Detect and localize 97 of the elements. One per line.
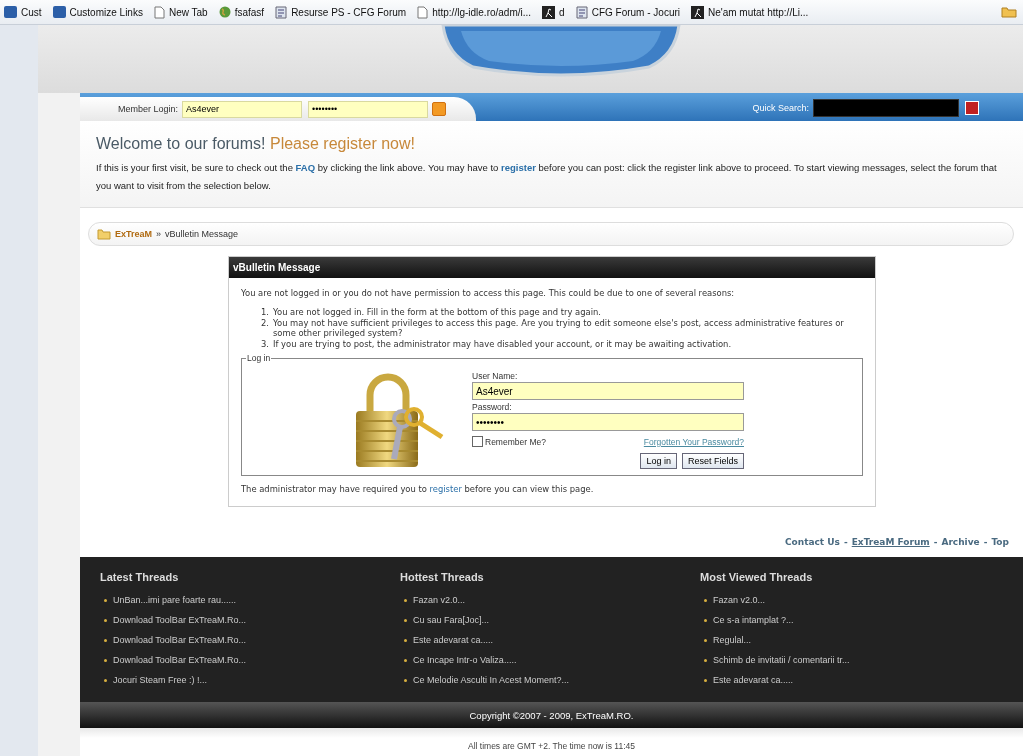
message-title: vBulletin Message <box>229 257 875 278</box>
thread-link[interactable]: Download ToolBar ExTreaM.Ro... <box>113 655 247 665</box>
thread-link[interactable]: Fazan v2.0... <box>413 595 466 605</box>
column-heading: Hottest Threads <box>400 571 485 583</box>
quick-search-label: Quick Search: <box>752 103 809 113</box>
reason-text: You may not have sufficient privileges to access this page. Are you trying to edit someone else's post, access administrative features or some other privileged system? <box>273 317 845 339</box>
form-button[interactable]: Log in <box>640 453 677 469</box>
link-separator: - <box>983 537 988 547</box>
logo-shield-drawing[interactable] <box>440 25 681 77</box>
username-field[interactable]: As4ever <box>472 382 744 400</box>
column-heading: Most Viewed Threads <box>700 571 814 583</box>
welcome-link[interactable]: FAQ <box>295 162 316 173</box>
remember-label: Remember Me? <box>485 436 546 447</box>
bullet-icon <box>704 658 707 662</box>
thread-link[interactable]: Ce Melodie Asculti In Acest Moment?... <box>413 675 570 685</box>
list-number: 3. <box>261 338 270 349</box>
member-login-label: Member Login: <box>118 104 179 114</box>
page-icon <box>417 5 429 19</box>
column-heading: Latest Threads <box>100 571 180 583</box>
time-note: All times are GMT +2. The time now is 11:45 <box>80 728 1023 751</box>
link-separator: - <box>843 537 848 547</box>
thread-link[interactable]: Este adevarat ca..... <box>413 635 494 645</box>
register-link[interactable]: register <box>429 484 462 494</box>
message-intro: You are not logged in or you do not have permission to access this page. This could be due to one of several reasons: <box>241 288 736 298</box>
username-input[interactable]: As4ever <box>182 100 303 118</box>
bullet-icon <box>704 638 707 642</box>
login-go-button[interactable] <box>432 102 447 116</box>
bullet-icon <box>704 618 707 622</box>
password-field[interactable]: •••••••• <box>472 413 744 431</box>
footer-link[interactable]: Contact Us <box>784 537 840 547</box>
bullet-icon <box>404 618 407 622</box>
password-label: Password: <box>472 402 513 412</box>
breadcrumb-link[interactable]: ExTreaM <box>115 229 153 239</box>
thread-link[interactable]: Download ToolBar ExTreaM.Ro... <box>113 635 247 645</box>
bullet-icon <box>104 618 107 622</box>
welcome-heading: Welcome to our forums! Please register now! <box>96 135 416 153</box>
m-logo-icon <box>52 6 66 18</box>
link-separator: - <box>933 537 938 547</box>
breadcrumb-separator: » <box>156 229 162 239</box>
bookmark-link[interactable]: New Tab <box>153 5 208 19</box>
thread-link[interactable]: Fazan v2.0... <box>713 595 766 605</box>
folder-icon <box>97 228 111 240</box>
bullet-icon <box>704 678 707 682</box>
thread-link[interactable]: Regulal... <box>713 635 752 645</box>
form-button[interactable]: Reset Fields <box>681 453 744 469</box>
thread-link[interactable]: Cu sau Fara[Joc]... <box>413 615 490 625</box>
runner-icon <box>691 5 704 19</box>
bullet-icon <box>404 598 407 602</box>
bullet-icon <box>104 638 107 642</box>
bullet-icon <box>404 678 407 682</box>
footer-link[interactable]: Archive <box>941 537 980 547</box>
list-number: 2. <box>261 317 270 330</box>
bullet-icon <box>404 658 407 662</box>
bookmark-link[interactable]: CFG Forum - Jocuri <box>575 5 680 19</box>
bullet-icon <box>704 598 707 602</box>
footer-link[interactable]: Top <box>991 537 1009 547</box>
document-icon <box>275 5 288 19</box>
reason-text: You are not logged in. Fill in the form at the bottom of this page and try again. <box>273 307 601 318</box>
m-logo-icon <box>4 6 17 18</box>
bookmark-link[interactable]: http://lg-idle.ro/adm/i... <box>417 5 532 19</box>
bookmark-link[interactable]: fsafasf <box>218 6 265 18</box>
bullet-icon <box>104 678 107 682</box>
reason-text: If you are trying to post, the administrator may have disabled your account, or it may be awaiting activation. <box>273 338 732 349</box>
list-number: 1. <box>261 307 270 318</box>
folder-icon[interactable] <box>1001 6 1017 18</box>
search-go-button[interactable] <box>965 101 979 115</box>
welcome-text: If this is your first visit, be sure to check out the FAQ by clicking the link above. You may have to register before you can post: click the register link above to proceed. To start viewing messages, select the forum that you want to visit from the selection below. <box>96 161 998 193</box>
breadcrumb-current: vBulletin Message <box>165 229 239 239</box>
thread-link[interactable]: UnBan...imi pare foarte rau...... <box>113 595 237 605</box>
bookmark-link[interactable]: Ne'am mutat http://Li... <box>691 5 809 19</box>
bullet-icon <box>404 638 407 642</box>
register-note: The administrator may have required you to register before you can view this page. <box>241 484 595 494</box>
forgot-password-link[interactable]: Forgotten Your Password? <box>643 436 744 447</box>
username-label: User Name: <box>472 371 519 381</box>
thread-link[interactable]: Jocuri Steam Free :) !... <box>113 675 208 685</box>
page-icon <box>153 5 165 19</box>
document-icon <box>575 5 588 19</box>
thread-link[interactable]: Este adevarat ca..... <box>713 675 794 685</box>
footer-link[interactable]: ExTreaM Forum <box>851 537 930 547</box>
thread-link[interactable]: Download ToolBar ExTreaM.Ro... <box>113 615 247 625</box>
thread-link[interactable]: Schimb de invitatii / comentarii tr... <box>713 655 850 665</box>
runner-icon <box>542 5 556 19</box>
welcome-link[interactable]: register <box>501 162 536 173</box>
bookmark-link[interactable]: d <box>542 5 565 19</box>
globe-icon <box>218 6 231 18</box>
bullet-icon <box>104 598 107 602</box>
fieldset-legend: Log in <box>246 353 272 363</box>
bookmark-link[interactable]: Customize Links <box>52 6 143 18</box>
copyright-text: Copyright ©2007 - 2009, ExTreaM.RO. <box>469 709 634 721</box>
thread-link[interactable]: Ce s-a intamplat ?... <box>713 615 794 625</box>
password-input[interactable]: •••••••• <box>308 100 429 118</box>
bullet-icon <box>104 658 107 662</box>
bookmark-link[interactable]: Cust <box>4 6 42 18</box>
remember-checkbox[interactable] <box>472 436 483 447</box>
bookmark-link[interactable]: Resurse PS - CFG Forum <box>275 5 407 19</box>
quick-search-field[interactable] <box>813 99 959 117</box>
thread-link[interactable]: Ce Incape Intr-o Valiza..... <box>413 655 517 665</box>
